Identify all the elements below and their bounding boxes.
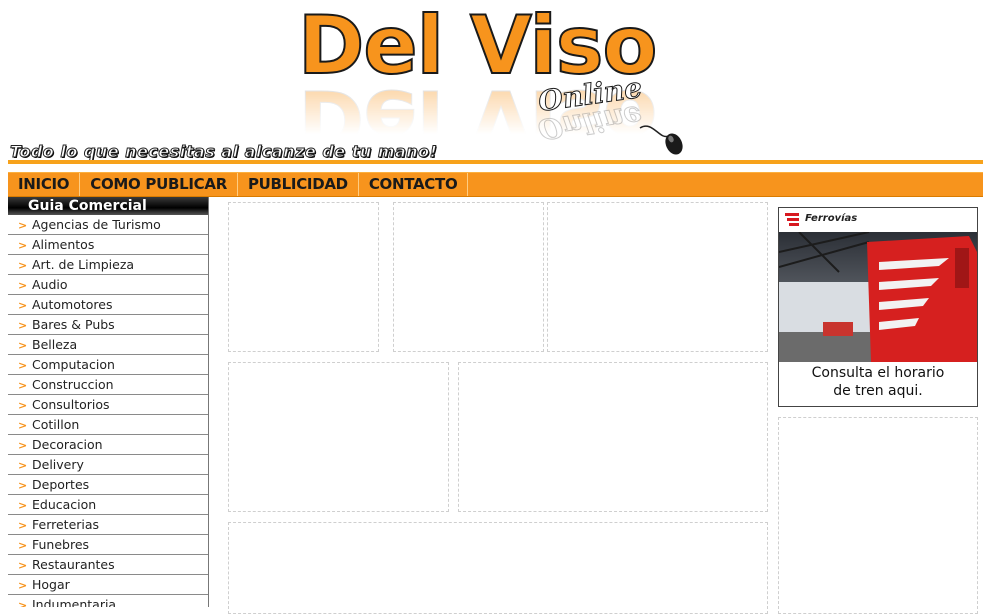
- category-label: Cotillon: [32, 417, 80, 432]
- category-label: Delivery: [32, 457, 84, 472]
- category-item[interactable]: > Decoracion: [8, 435, 208, 455]
- category-item[interactable]: > Automotores: [8, 295, 208, 315]
- category-label: Hogar: [32, 577, 70, 592]
- site-logo[interactable]: Del Viso Del Viso Online Online: [297, 0, 698, 166]
- chevron-right-icon: >: [18, 419, 28, 432]
- category-label: Automotores: [32, 297, 113, 312]
- chevron-right-icon: >: [18, 219, 28, 232]
- chevron-right-icon: >: [18, 239, 28, 252]
- nav-como-publicar[interactable]: COMO PUBLICAR: [80, 173, 238, 196]
- header-divider: [8, 160, 983, 164]
- chevron-right-icon: >: [18, 579, 28, 592]
- ad-header: Ferrovías: [779, 208, 977, 232]
- ad-caption-line2: de tren aqui.: [833, 383, 923, 399]
- chevron-right-icon: >: [18, 339, 28, 352]
- category-item[interactable]: > Hogar: [8, 575, 208, 595]
- logo-title: Del Viso: [297, 0, 658, 92]
- ferrovias-ad-banner[interactable]: Ferrovías Consulta el horario de tren aq…: [778, 207, 978, 407]
- category-label: Bares & Pubs: [32, 317, 115, 332]
- category-label: Educacion: [32, 497, 97, 512]
- chevron-right-icon: >: [18, 299, 28, 312]
- mouse-icon: [639, 125, 683, 155]
- ad-caption: Consulta el horario de tren aqui.: [779, 364, 977, 400]
- category-list: > Agencias de Turismo > Alimentos > Art. de…: [8, 215, 208, 607]
- ad-caption-line1: Consulta el horario: [811, 365, 945, 381]
- content-box: [547, 202, 768, 352]
- chevron-right-icon: >: [18, 399, 28, 412]
- category-item[interactable]: > Funebres: [8, 535, 208, 555]
- chevron-right-icon: >: [18, 439, 28, 452]
- content-box: [228, 202, 379, 352]
- category-item[interactable]: > Consultorios: [8, 395, 208, 415]
- category-item[interactable]: > Delivery: [8, 455, 208, 475]
- content-box: [228, 362, 449, 512]
- chevron-right-icon: >: [18, 279, 28, 292]
- category-item[interactable]: > Restaurantes: [8, 555, 208, 575]
- category-label: Computacion: [32, 357, 115, 372]
- category-label: Restaurantes: [32, 557, 115, 572]
- category-label: Audio: [32, 277, 68, 292]
- category-item[interactable]: > Educacion: [8, 495, 208, 515]
- category-item[interactable]: > Deportes: [8, 475, 208, 495]
- chevron-right-icon: >: [18, 519, 28, 532]
- category-label: Alimentos: [32, 237, 95, 252]
- category-item[interactable]: > Agencias de Turismo: [8, 215, 208, 235]
- chevron-right-icon: >: [18, 459, 28, 472]
- content-box: [228, 522, 768, 614]
- chevron-right-icon: >: [18, 379, 28, 392]
- category-item[interactable]: > Alimentos: [8, 235, 208, 255]
- category-item[interactable]: > Indumentaria: [8, 595, 208, 607]
- chevron-right-icon: >: [18, 559, 28, 572]
- category-label: Indumentaria: [32, 597, 117, 607]
- category-label: Art. de Limpieza: [32, 257, 135, 272]
- chevron-right-icon: >: [18, 479, 28, 492]
- category-label: Decoracion: [32, 437, 103, 452]
- chevron-right-icon: >: [18, 359, 28, 372]
- chevron-right-icon: >: [18, 539, 28, 552]
- category-item[interactable]: > Audio: [8, 275, 208, 295]
- ferrovias-logo-icon: [785, 213, 799, 226]
- category-label: Consultorios: [32, 397, 110, 412]
- chevron-right-icon: >: [18, 259, 28, 272]
- category-label: Deportes: [32, 477, 90, 492]
- category-item[interactable]: > Bares & Pubs: [8, 315, 208, 335]
- content-box: [778, 417, 978, 614]
- ad-brand: Ferrovías: [805, 213, 858, 224]
- sidebar-title: Guia Comercial: [8, 197, 208, 215]
- category-label: Agencias de Turismo: [32, 217, 161, 232]
- content-box: [458, 362, 768, 512]
- category-label: Belleza: [32, 337, 78, 352]
- category-item[interactable]: > Art. de Limpieza: [8, 255, 208, 275]
- category-item[interactable]: > Computacion: [8, 355, 208, 375]
- site-tagline: Todo lo que necesitas al alcanze de tu m…: [9, 142, 438, 162]
- content-box: [393, 202, 544, 352]
- category-item[interactable]: > Construccion: [8, 375, 208, 395]
- category-item[interactable]: > Cotillon: [8, 415, 208, 435]
- nav-inicio[interactable]: INICIO: [8, 173, 81, 196]
- chevron-right-icon: >: [18, 499, 28, 512]
- guia-comercial-sidebar: Guia Comercial > Agencias de Turismo > Ali…: [8, 197, 209, 607]
- category-item[interactable]: > Ferreterias: [8, 515, 208, 535]
- nav-contacto[interactable]: CONTACTO: [359, 173, 469, 196]
- main-nav: INICIO COMO PUBLICAR PUBLICIDAD CONTACTO: [8, 172, 983, 197]
- train-station-image: [779, 232, 977, 362]
- category-label: Construccion: [32, 377, 114, 392]
- nav-publicidad[interactable]: PUBLICIDAD: [238, 173, 359, 196]
- category-item[interactable]: > Belleza: [8, 335, 208, 355]
- category-label: Ferreterias: [32, 517, 100, 532]
- category-label: Funebres: [32, 537, 90, 552]
- chevron-right-icon: >: [18, 319, 28, 332]
- chevron-right-icon: >: [18, 599, 28, 607]
